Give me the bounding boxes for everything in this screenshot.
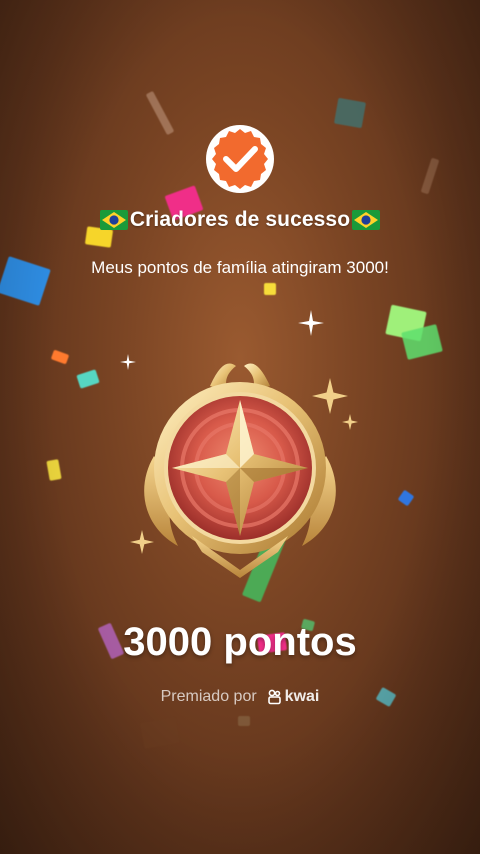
kwai-brand: kwai <box>267 688 320 706</box>
confetti-piece <box>50 349 70 365</box>
title-text: Criadores de sucesso <box>129 208 351 231</box>
confetti-piece <box>238 716 250 726</box>
confetti-piece <box>145 90 175 136</box>
awarded-by: Premiado por kwai <box>0 688 480 706</box>
kwai-logo-icon <box>267 689 281 705</box>
points-total: 3000 pontos <box>123 620 357 664</box>
confetti-piece <box>420 157 440 195</box>
confetti-piece <box>46 459 62 481</box>
sparkle-icon <box>298 310 324 336</box>
brazil-flag-icon <box>352 210 381 230</box>
achievement-subtitle: Meus pontos de família atingiram 3000! <box>91 258 389 277</box>
confetti-piece <box>333 97 367 129</box>
awarded-by-label: Premiado por <box>160 688 257 705</box>
confetti-piece <box>397 489 415 507</box>
confetti-piece <box>140 717 180 749</box>
gold-star-medal-icon <box>144 363 336 578</box>
kwai-brand-name: kwai <box>284 688 320 705</box>
orange-badge-check-icon <box>206 125 274 193</box>
achievement-title: Criadores de sucesso <box>0 208 480 232</box>
confetti-piece <box>264 283 276 295</box>
confetti-piece <box>76 369 100 389</box>
brazil-flag-icon <box>99 210 128 230</box>
